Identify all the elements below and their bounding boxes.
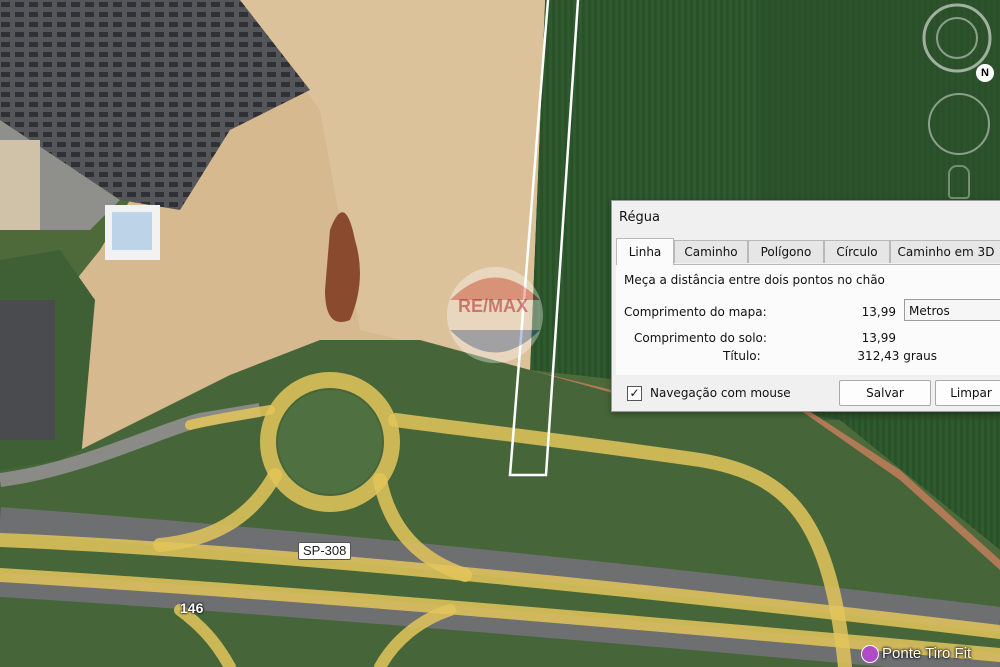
ground-length-label: Comprimento do solo: — [634, 331, 767, 345]
unit-select[interactable]: Metros — [904, 299, 1000, 321]
ground-length-value: 13,99 — [861, 331, 896, 345]
mouse-navigation-checkbox[interactable]: ✓ — [627, 386, 642, 401]
heading-value: 312,43 graus — [857, 349, 937, 363]
description-text: Meça a distância entre dois pontos no ch… — [624, 273, 885, 287]
save-button[interactable]: Salvar — [839, 380, 931, 406]
unit-select-value: Metros — [909, 304, 950, 318]
tab-caminho[interactable]: Caminho — [674, 240, 748, 263]
dialog-title: Régua — [619, 210, 660, 225]
tab-caminho-3d[interactable]: Caminho em 3D — [890, 240, 1000, 263]
heading-label: Título: — [723, 349, 761, 363]
tab-poligono[interactable]: Polígono — [748, 240, 824, 263]
place-marker-icon[interactable] — [861, 645, 879, 663]
mouse-navigation-label[interactable]: Navegação com mouse — [650, 386, 791, 400]
tab-circulo[interactable]: Círculo — [824, 240, 890, 263]
clear-button[interactable]: Limpar — [935, 380, 1000, 406]
watermark-text: RE/MAX — [458, 296, 529, 316]
look-joystick-icon[interactable] — [928, 93, 990, 155]
tab-linha[interactable]: Linha — [616, 238, 674, 265]
ruler-tabs: Linha Caminho Polígono Círculo Caminho e… — [616, 238, 1000, 265]
road-label-146: 146 — [180, 600, 204, 616]
tab-panel-linha: Meça a distância entre dois pontos no ch… — [616, 264, 1000, 375]
map-length-value: 13,99 — [861, 305, 896, 319]
dialog-footer: ✓ Navegação com mouse Salvar Limpar — [612, 376, 1000, 411]
road-shield-sp308: SP-308 — [298, 542, 352, 560]
ruler-dialog: Régua Linha Caminho Polígono Círculo Cam… — [611, 200, 1000, 412]
place-label[interactable]: Ponte Tiro Fit — [882, 645, 971, 662]
compass-control[interactable]: N — [912, 0, 997, 85]
street-view-pegman-icon[interactable] — [948, 165, 970, 199]
north-indicator[interactable]: N — [976, 64, 994, 82]
map-length-label: Comprimento do mapa: — [624, 305, 767, 319]
